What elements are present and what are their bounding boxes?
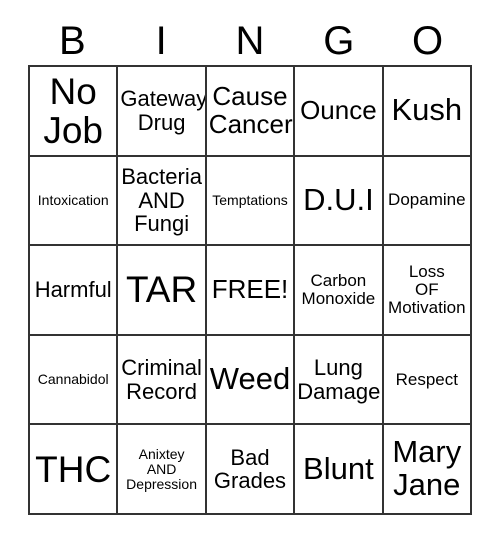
- bingo-cell-i3[interactable]: TAR: [118, 246, 207, 336]
- bingo-cell-label: Kush: [391, 92, 463, 128]
- bingo-cell-label: Weed: [209, 361, 291, 397]
- bingo-cell-label: Dopamine: [388, 190, 466, 210]
- bingo-cell-b2[interactable]: Intoxication: [30, 156, 119, 247]
- bingo-cell-label: Lung Damage: [297, 355, 381, 404]
- bingo-header-letter-g: G: [323, 18, 355, 63]
- bingo-cell-label: Cannabidol: [37, 371, 109, 388]
- bingo-cell-label: TAR: [125, 269, 198, 311]
- bingo-cell-label: Mary Jane: [392, 434, 462, 503]
- bingo-grid: No Job Gateway Drug Cause Cancer Ounce K…: [28, 65, 472, 515]
- bingo-cell-label: Intoxication: [37, 191, 109, 208]
- bingo-cell-label: Harmful: [34, 277, 112, 303]
- bingo-cell-label: Blunt: [303, 450, 374, 486]
- bingo-cell-g3[interactable]: Carbon Monoxide: [295, 246, 384, 336]
- bingo-header-letter-n: N: [235, 18, 265, 63]
- bingo-cell-label: Bacteria AND Fungi: [121, 164, 202, 237]
- bingo-cell-label: D.U.I: [303, 181, 374, 217]
- bingo-cell-label: No Job: [43, 70, 104, 151]
- bingo-cell-n4[interactable]: Weed: [206, 335, 296, 426]
- bingo-cell-g1[interactable]: Ounce: [295, 67, 384, 157]
- bingo-cell-i5[interactable]: Anixtey AND Depression: [118, 425, 207, 515]
- bingo-cell-o1[interactable]: Kush: [383, 67, 472, 157]
- bingo-cell-g5[interactable]: Blunt: [295, 425, 384, 515]
- bingo-cell-label: Loss OF Motivation: [388, 261, 466, 317]
- bingo-header-letter-b: B: [59, 18, 86, 63]
- bingo-cell-label: Criminal Record: [121, 355, 202, 404]
- bingo-header-letter-i: I: [155, 18, 167, 63]
- bingo-cell-i1[interactable]: Gateway Drug: [118, 67, 207, 157]
- bingo-cell-label: Cause Cancer: [208, 81, 293, 139]
- bingo-cell-label: Temptations: [212, 191, 288, 208]
- bingo-cell-n5[interactable]: Bad Grades: [206, 425, 296, 515]
- bingo-cell-b3[interactable]: Harmful: [30, 246, 119, 336]
- bingo-cell-label: Gateway Drug: [120, 86, 207, 135]
- bingo-cell-label: Bad Grades: [213, 444, 287, 494]
- bingo-cell-o5[interactable]: Mary Jane: [383, 425, 472, 515]
- bingo-cell-label: THC: [35, 448, 112, 490]
- bingo-cell-label: Respect: [395, 369, 458, 389]
- bingo-cell-o4[interactable]: Respect: [383, 335, 472, 426]
- bingo-cell-n2[interactable]: Temptations: [206, 156, 296, 247]
- bingo-header-letter-o: O: [412, 18, 444, 63]
- bingo-cell-o3[interactable]: Loss OF Motivation: [383, 246, 472, 336]
- bingo-cell-i2[interactable]: Bacteria AND Fungi: [118, 156, 207, 247]
- bingo-cell-label: Ounce: [300, 95, 377, 126]
- bingo-cell-b1[interactable]: No Job: [30, 67, 119, 157]
- bingo-cell-g4[interactable]: Lung Damage: [295, 335, 384, 426]
- bingo-cell-i4[interactable]: Criminal Record: [118, 335, 207, 426]
- bingo-cell-label: Carbon Monoxide: [301, 270, 376, 308]
- bingo-cell-b4[interactable]: Cannabidol: [30, 335, 119, 426]
- bingo-cell-b5[interactable]: THC: [30, 425, 119, 515]
- bingo-cell-o2[interactable]: Dopamine: [383, 156, 472, 247]
- bingo-cell-n1[interactable]: Cause Cancer: [206, 67, 296, 157]
- bingo-card: B I N G O No Job Gateway Drug Cause Canc…: [0, 0, 500, 544]
- bingo-cell-g2[interactable]: D.U.I: [295, 156, 384, 247]
- free-space-label: FREE!: [211, 274, 289, 305]
- bingo-cell-free-space[interactable]: FREE!: [206, 246, 296, 336]
- bingo-cell-label: Anixtey AND Depression: [126, 445, 197, 492]
- bingo-header-row: B I N G O: [28, 16, 472, 65]
